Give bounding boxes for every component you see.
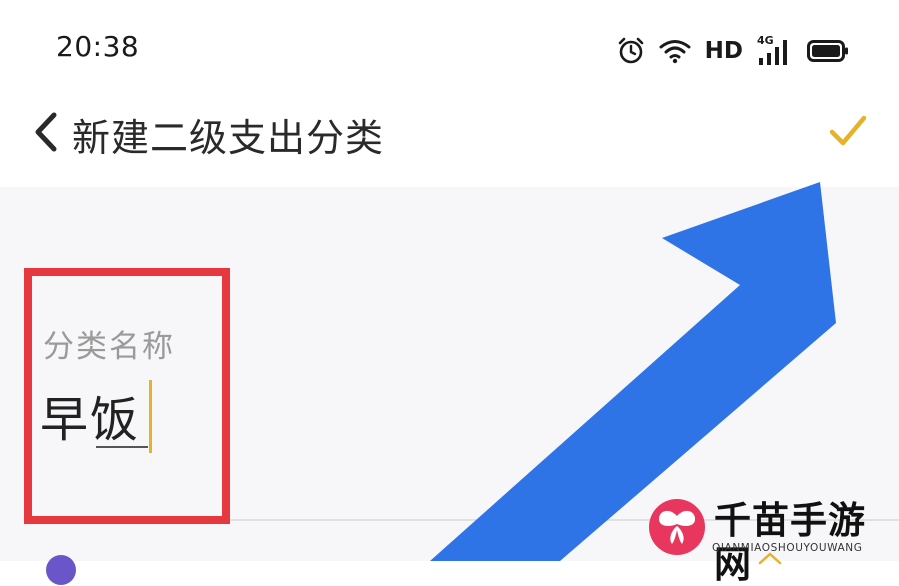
divider — [43, 519, 899, 521]
status-time: 20:38 — [56, 30, 140, 63]
back-button[interactable] — [28, 109, 64, 155]
category-name-input[interactable]: 早饭 — [40, 385, 140, 455]
hd-label: HD — [704, 38, 743, 64]
chevron-up-icon — [758, 552, 782, 565]
battery-icon — [807, 39, 849, 63]
checkmark-icon — [829, 115, 867, 146]
category-name-label: 分类名称 — [43, 329, 175, 365]
confirm-button[interactable] — [826, 110, 870, 154]
alarm-clock-icon — [617, 37, 645, 65]
signal-bars-icon: 4G — [757, 34, 793, 66]
form-content: 分类名称 早饭 — [0, 187, 899, 585]
status-icons: HD 4G — [617, 34, 849, 68]
nav-bar: 新建二级支出分类 — [0, 95, 899, 187]
category-name-field: 分类名称 早饭 — [0, 187, 899, 520]
ime-composition-underline — [96, 446, 148, 448]
status-bar: 20:38 HD 4G — [0, 0, 899, 95]
text-caret — [149, 380, 152, 453]
next-row-icon — [46, 555, 76, 585]
wifi-icon — [659, 38, 691, 64]
page-title: 新建二级支出分类 — [72, 116, 385, 160]
chevron-left-icon — [35, 112, 57, 152]
